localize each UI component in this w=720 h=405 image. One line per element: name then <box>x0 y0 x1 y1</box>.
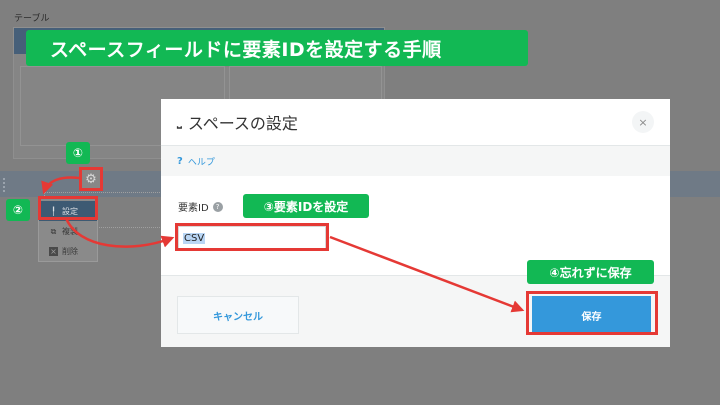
close-icon: × <box>638 115 648 129</box>
highlight-element-id-input <box>175 223 329 251</box>
drag-handle[interactable] <box>3 178 7 192</box>
delete-icon: × <box>49 246 58 256</box>
element-id-label: 要素ID ? <box>178 199 223 214</box>
step-badge-3: ③要素IDを設定 <box>243 194 369 218</box>
highlight-settings-item <box>38 196 98 220</box>
title-banner: スペースフィールドに要素IDを設定する手順 <box>26 30 528 66</box>
duplicate-icon: ⧉ <box>50 226 57 236</box>
help-link[interactable]: ヘルプ <box>188 155 215 168</box>
highlight-gear <box>79 167 103 191</box>
element-id-label-text: 要素ID <box>178 203 209 214</box>
close-button[interactable]: × <box>632 111 654 133</box>
help-bar: ? ヘルプ <box>161 146 670 176</box>
dialog-header: ⎵ スペースの設定 <box>161 99 670 145</box>
step-badge-4: ④忘れずに保存 <box>527 260 654 284</box>
help-icon: ? <box>177 155 183 167</box>
cancel-button[interactable]: キャンセル <box>177 296 299 334</box>
menu-item-delete[interactable]: × 削除 <box>39 241 97 261</box>
step-badge-1: ① <box>66 142 90 164</box>
step-badge-2: ② <box>6 199 30 221</box>
menu-item-duplicate[interactable]: ⧉ 複製 <box>39 221 97 241</box>
dialog-title: スペースの設定 <box>187 114 298 133</box>
table-label: テーブル <box>14 14 50 24</box>
space-icon: ⎵ <box>177 114 182 129</box>
menu-item-label: 複製 <box>62 226 78 236</box>
question-icon[interactable]: ? <box>212 201 223 212</box>
highlight-save-button <box>526 291 658 335</box>
menu-item-label: 削除 <box>62 246 78 256</box>
